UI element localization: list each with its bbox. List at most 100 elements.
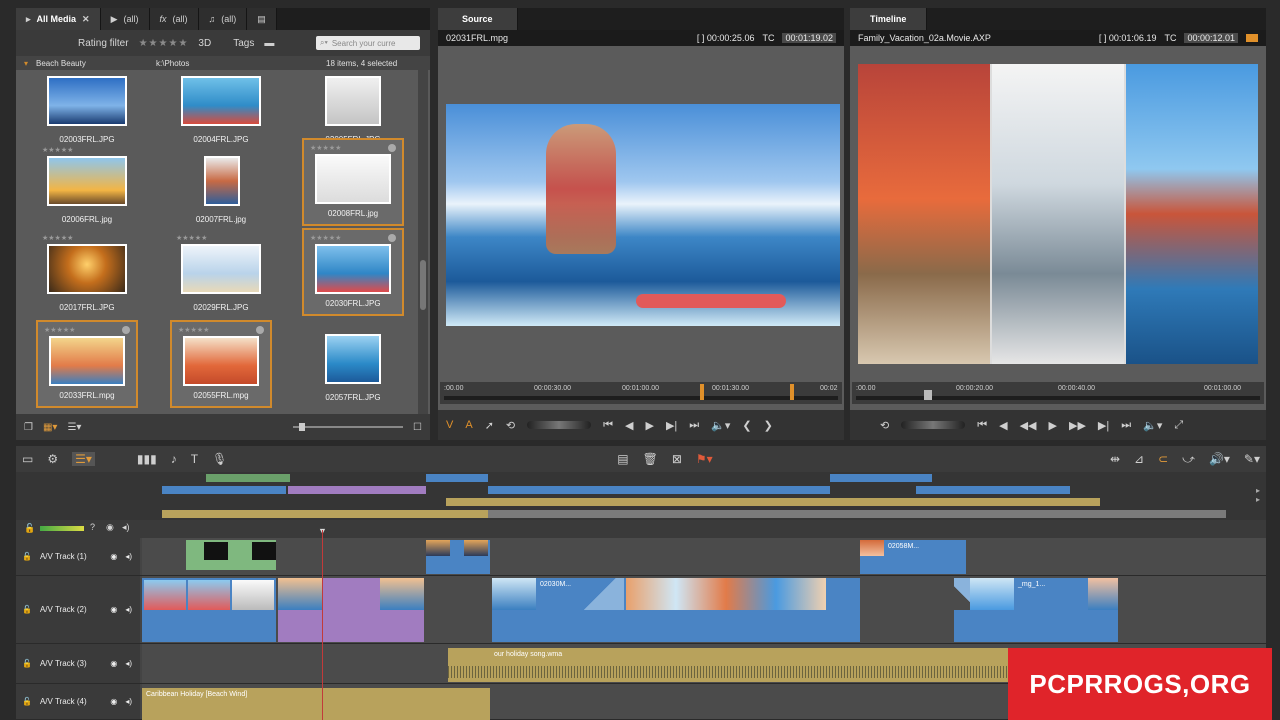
lock-icon[interactable]: 🔓 xyxy=(22,659,32,668)
video-toggle-icon[interactable]: V xyxy=(446,419,453,431)
rating-stars[interactable]: ★★★★★ xyxy=(44,326,75,334)
go-to-start-icon[interactable]: ⏮ xyxy=(603,419,613,432)
timeline-navigator[interactable]: ▸ ▸ xyxy=(16,472,1266,520)
mark-in-icon[interactable]: ❮ xyxy=(742,419,751,432)
storyboard-icon[interactable]: ▭ xyxy=(22,452,33,466)
media-item[interactable]: ★★★★★ 02033FRL.mpg xyxy=(36,320,138,408)
marker-icon[interactable]: ⚑▾ xyxy=(696,452,713,466)
media-item[interactable]: 02004FRL.JPG xyxy=(170,70,272,150)
lock-icon[interactable]: 🔓 xyxy=(24,523,35,534)
track-name[interactable]: A/V Track (3) xyxy=(40,659,87,668)
track-name[interactable]: A/V Track (4) xyxy=(40,697,87,706)
scrollbar-thumb[interactable] xyxy=(420,260,426,310)
loop-icon[interactable]: ⟲ xyxy=(506,419,515,432)
trash-icon[interactable]: 🗑 xyxy=(643,452,658,466)
trim-icon[interactable]: ⊿ xyxy=(1134,452,1144,466)
info-icon[interactable] xyxy=(256,326,264,334)
step-back-icon[interactable]: ◀ xyxy=(625,419,633,432)
loop-icon[interactable]: ⟲ xyxy=(880,419,889,432)
tab-audio-filter[interactable]: ♫ (all) xyxy=(198,8,248,30)
fullscreen-icon[interactable]: ☐ xyxy=(413,422,422,433)
microphone-icon[interactable]: 🎙 xyxy=(212,452,227,466)
audio-monitor-icon[interactable]: ◂) xyxy=(125,552,132,561)
fast-forward-icon[interactable]: ▶▶ xyxy=(1069,419,1086,432)
media-item[interactable]: 02003FRL.JPG xyxy=(36,70,138,150)
rating-stars[interactable]: ★★★★★ xyxy=(42,146,73,154)
tags-icon[interactable]: ▬ xyxy=(264,38,274,49)
rating-stars[interactable]: ★★★★★ xyxy=(310,144,341,152)
title-icon[interactable]: T xyxy=(191,452,198,466)
jog-shuttle[interactable] xyxy=(901,421,966,429)
zoom-slider-knob[interactable] xyxy=(299,423,306,431)
album-header[interactable]: ▾ Beach Beauty k:\Photos 18 items, 4 sel… xyxy=(16,56,430,70)
audio-monitor-icon[interactable]: ◂) xyxy=(125,659,132,668)
search-input[interactable]: ⌕▾ Search your curre xyxy=(316,36,420,50)
mark-in-marker[interactable] xyxy=(700,384,704,400)
rating-stars[interactable]: ★★★★★ xyxy=(42,234,73,242)
rewind-icon[interactable]: ◀◀ xyxy=(1020,419,1037,432)
media-item[interactable]: 02007FRL.jpg xyxy=(170,142,272,230)
settings-icon[interactable]: ⚙ xyxy=(47,452,58,466)
rating-stars[interactable]: ★★★★★ xyxy=(176,234,207,242)
media-item[interactable]: ★★★★★ 02055FRL.mpg xyxy=(170,320,272,408)
tab-source[interactable]: Source xyxy=(438,8,518,30)
audio-mixer-icon[interactable]: ▮▮▮ xyxy=(137,452,157,466)
tab-fx-filter[interactable]: fx (all) xyxy=(149,8,199,30)
media-item[interactable]: ★★★★★ 02017FRL.JPG xyxy=(36,230,138,318)
tab-all-media[interactable]: ▸ All Media ✕ xyxy=(16,8,101,30)
step-forward-icon[interactable]: ▶| xyxy=(666,419,677,432)
monitor-options-icon[interactable] xyxy=(1246,34,1258,42)
media-item[interactable]: ★★★★★ 02006FRL.jpg xyxy=(36,142,138,230)
send-to-timeline-icon[interactable]: ➚ xyxy=(485,419,494,432)
fullscreen-icon[interactable]: ⤢ xyxy=(1174,419,1183,432)
info-icon[interactable] xyxy=(388,144,396,152)
rating-stars[interactable]: ★★★★★ xyxy=(310,234,341,242)
tab-timeline[interactable]: Timeline xyxy=(850,8,928,30)
grid-view-icon[interactable]: ▦▾ xyxy=(43,422,57,433)
visibility-icon[interactable]: ◉ xyxy=(110,605,117,614)
media-item[interactable]: ★★★★★ 02008FRL.jpg xyxy=(302,138,404,226)
audio-monitor-icon[interactable]: ◂) xyxy=(125,605,132,614)
go-to-start-icon[interactable]: ⏮ xyxy=(977,419,987,432)
ripple-icon[interactable]: ⤻ xyxy=(1182,452,1195,467)
play-icon[interactable]: ▶ xyxy=(646,419,654,432)
media-item[interactable]: ★★★★★ 02030FRL.JPG xyxy=(302,228,404,316)
media-item[interactable]: 02057FRL.JPG xyxy=(302,320,404,408)
title-clip[interactable] xyxy=(278,578,424,642)
tools-icon[interactable]: ✎▾ xyxy=(1244,452,1260,466)
video-clip[interactable] xyxy=(186,540,276,570)
play-icon[interactable]: ▶ xyxy=(1049,419,1057,432)
magnet-icon[interactable]: ⊂ xyxy=(1158,452,1168,466)
audio-monitor-icon[interactable]: ◂) xyxy=(122,522,130,533)
source-ruler[interactable]: :00.00 00:00:30.00 00:01:00.00 00:01:30.… xyxy=(440,382,842,404)
video-clip[interactable]: 02058M... xyxy=(860,540,966,574)
timeline-view-icon[interactable]: ☰▾ xyxy=(72,452,95,466)
help-icon[interactable]: ? xyxy=(90,522,95,532)
step-forward-icon[interactable]: ▶| xyxy=(1098,419,1109,432)
list-view-icon[interactable]: ☰▾ xyxy=(67,422,81,433)
rating-stars[interactable]: ★★★★★ xyxy=(178,326,209,334)
visibility-icon[interactable]: ◉ xyxy=(110,697,117,706)
tab-video-filter[interactable]: ▶ (all) xyxy=(100,8,150,30)
scrubber-knob[interactable] xyxy=(924,390,932,400)
track-name[interactable]: A/V Track (2) xyxy=(40,605,87,614)
lock-icon[interactable]: 🔓 xyxy=(22,697,32,706)
go-to-end-icon[interactable]: ⏭ xyxy=(1121,419,1131,432)
zoom-slider[interactable] xyxy=(293,423,404,431)
track-name[interactable]: A/V Track (1) xyxy=(40,552,87,561)
split-icon[interactable]: ⇹ xyxy=(1110,452,1120,466)
volume-icon[interactable]: 🔈▾ xyxy=(1143,419,1162,432)
mark-out-marker[interactable] xyxy=(790,384,794,400)
info-icon[interactable] xyxy=(122,326,130,334)
music-icon[interactable]: ♪ xyxy=(171,452,177,466)
snapshot-icon[interactable]: ⊠ xyxy=(672,452,682,466)
timeline-playhead[interactable] xyxy=(322,530,323,720)
overview-scroll-arrows[interactable]: ▸ ▸ xyxy=(1256,486,1260,504)
volume-icon[interactable]: 🔈▾ xyxy=(711,419,730,432)
layers-icon[interactable]: ❐ xyxy=(24,422,33,433)
lock-icon[interactable]: 🔓 xyxy=(22,605,32,614)
visibility-icon[interactable]: ◉ xyxy=(110,552,117,561)
lock-icon[interactable]: 🔓 xyxy=(22,552,32,561)
media-item[interactable]: ★★★★★ 02029FRL.JPG xyxy=(170,230,272,318)
library-scrollbar[interactable] xyxy=(418,70,428,420)
